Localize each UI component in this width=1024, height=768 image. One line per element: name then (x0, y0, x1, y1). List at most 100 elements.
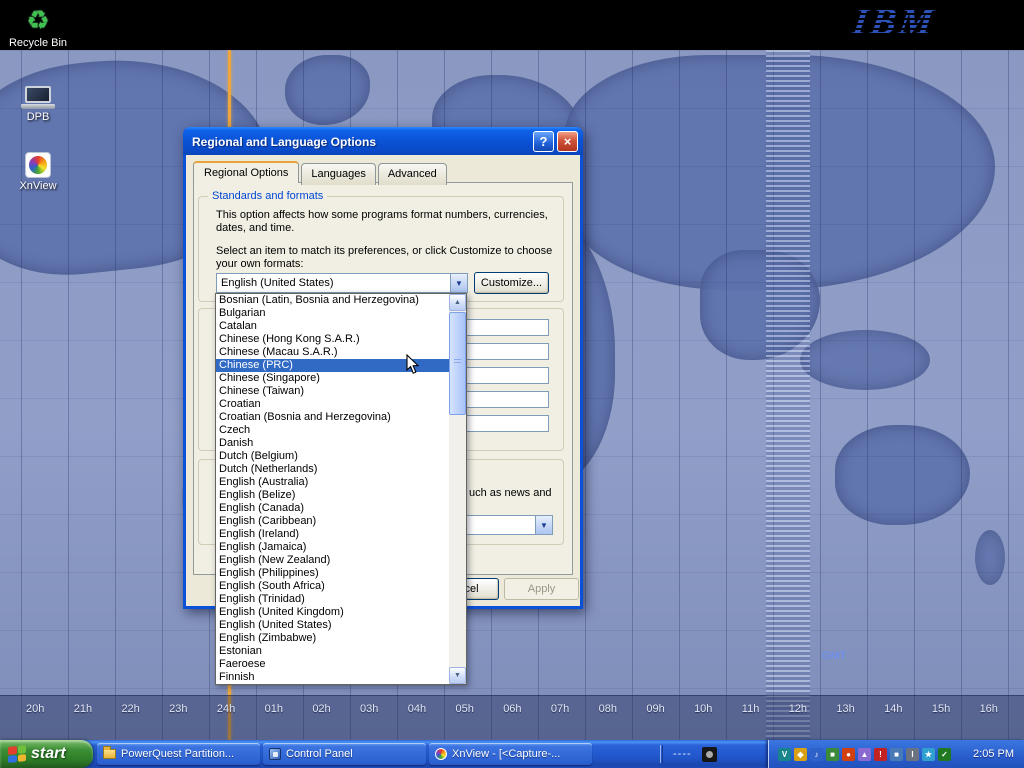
scroll-down-icon[interactable]: ▼ (449, 667, 466, 684)
close-button[interactable]: × (557, 131, 578, 152)
desktop-icon-dpb[interactable]: DPB (6, 86, 70, 123)
language-option[interactable]: Czech (216, 424, 449, 437)
toolbar-label[interactable]: ---- (673, 748, 692, 760)
chevron-down-icon[interactable]: ▼ (535, 516, 552, 534)
language-option[interactable]: Estonian (216, 645, 449, 658)
task-button-xnview[interactable]: XnView - [<Capture-... (429, 743, 592, 765)
clipboard-icon[interactable]: ▲ (858, 748, 871, 761)
standards-instruction: Select an item to match its preferences,… (216, 245, 568, 271)
tab[interactable]: Regional Options (193, 161, 299, 183)
timezone-label: 09h (646, 703, 664, 715)
timezone-label: 07h (551, 703, 569, 715)
taskbar: start PowerQuest Partition... Control Pa… (0, 740, 1024, 768)
task-label: Control Panel (286, 748, 353, 760)
window-titlebar[interactable]: Regional and Language Options ? × (183, 127, 583, 155)
remote-access-icon[interactable]: V (778, 748, 791, 761)
timezone-label: 03h (360, 703, 378, 715)
timezone-label: 23h (169, 703, 187, 715)
volume-icon[interactable]: ♪ (810, 748, 823, 761)
language-option[interactable]: English (Zimbabwe) (216, 632, 449, 645)
language-option[interactable]: English (Jamaica) (216, 541, 449, 554)
language-option[interactable]: Croatian (Bosnia and Herzegovina) (216, 411, 449, 424)
timezone-label: 14h (884, 703, 902, 715)
language-option[interactable]: Chinese (Hong Kong S.A.R.) (216, 333, 449, 346)
language-option[interactable]: English (Australia) (216, 476, 449, 489)
timezone-label: 11h (742, 703, 760, 715)
highlighted-timezone-band (766, 50, 810, 740)
xnview-icon (25, 152, 51, 178)
recycle-bin-label: Recycle Bin (6, 37, 70, 49)
language-option[interactable]: English (Philippines) (216, 567, 449, 580)
language-combobox-value: English (United States) (217, 277, 450, 289)
language-option[interactable]: Danish (216, 437, 449, 450)
language-option[interactable]: Dutch (Belgium) (216, 450, 449, 463)
tab[interactable]: Languages (301, 163, 375, 185)
language-option[interactable]: English (New Zealand) (216, 554, 449, 567)
location-text-fragment: uch as news and (469, 487, 564, 500)
language-option[interactable]: Catalan (216, 320, 449, 333)
toolbar-app-icon[interactable] (702, 747, 717, 762)
language-option[interactable]: English (Ireland) (216, 528, 449, 541)
customize-button[interactable]: Customize... (474, 272, 549, 294)
gmt-label: GMT (822, 650, 846, 662)
language-option[interactable]: Dutch (Netherlands) (216, 463, 449, 476)
language-option[interactable]: English (United States) (216, 619, 449, 632)
scroll-up-icon[interactable]: ▲ (449, 294, 466, 311)
display-icon[interactable]: ■ (890, 748, 903, 761)
language-combobox[interactable]: English (United States) ▼ (216, 273, 468, 293)
task-button-control-panel[interactable]: Control Panel (263, 743, 426, 765)
chevron-down-icon[interactable]: ▼ (450, 274, 467, 292)
timezone-label: 10h (694, 703, 712, 715)
update-icon[interactable]: ● (842, 748, 855, 761)
task-label: PowerQuest Partition... (121, 748, 234, 760)
timezone-label: 12h (789, 703, 807, 715)
timezone-label: 08h (599, 703, 617, 715)
timezone-label: 04h (408, 703, 426, 715)
window-title: Regional and Language Options (192, 135, 530, 149)
language-options: Bosnian (Latin, Bosnia and Herzegovina)B… (216, 294, 449, 684)
desktop-icon-xnview[interactable]: XnView (6, 152, 70, 192)
task-button-powerquest[interactable]: PowerQuest Partition... (97, 743, 260, 765)
taskbar-toolbar: ---- (660, 742, 766, 766)
language-option[interactable]: English (South Africa) (216, 580, 449, 593)
apply-button[interactable]: Apply (504, 578, 579, 600)
scheduler-icon[interactable]: ✓ (938, 748, 951, 761)
language-option[interactable]: Bosnian (Latin, Bosnia and Herzegovina) (216, 294, 449, 307)
dpb-label: DPB (6, 111, 70, 123)
toolbar-drag-handle[interactable] (660, 745, 663, 763)
language-option[interactable]: English (Belize) (216, 489, 449, 502)
windows-logo-icon (8, 745, 26, 763)
power-icon[interactable]: I (906, 748, 919, 761)
timezone-label: 06h (503, 703, 521, 715)
start-button[interactable]: start (0, 740, 93, 768)
help-button[interactable]: ? (533, 131, 554, 152)
language-option[interactable]: English (Caribbean) (216, 515, 449, 528)
timezone-label: 15h (932, 703, 950, 715)
language-option[interactable]: Croatian (216, 398, 449, 411)
scrollbar-thumb[interactable] (449, 312, 466, 415)
ibm-logo: IBM (850, 0, 939, 44)
timezone-label: 21h (74, 703, 92, 715)
folder-icon (103, 749, 116, 759)
timezone-label: 24h (217, 703, 235, 715)
language-option[interactable]: English (United Kingdom) (216, 606, 449, 619)
language-option[interactable]: Finnish (216, 671, 449, 684)
language-option[interactable]: English (Trinidad) (216, 593, 449, 606)
tab-strip: Regional OptionsLanguagesAdvanced (193, 161, 449, 183)
timezone-label: 02h (312, 703, 330, 715)
dropdown-scrollbar[interactable]: ▲ ▼ (449, 294, 466, 684)
antivirus-icon[interactable]: ◆ (794, 748, 807, 761)
standards-group-caption: Standards and formats (208, 190, 327, 202)
taskbar-clock[interactable]: 2:05 PM (973, 748, 1024, 760)
timezone-label: 20h (26, 703, 44, 715)
messenger-icon[interactable]: ★ (922, 748, 935, 761)
language-option[interactable]: Bulgarian (216, 307, 449, 320)
language-option[interactable]: Faeroese (216, 658, 449, 671)
language-option[interactable]: English (Canada) (216, 502, 449, 515)
tab[interactable]: Advanced (378, 163, 447, 185)
language-option[interactable]: Chinese (Taiwan) (216, 385, 449, 398)
desktop-icon-recycle-bin[interactable]: ♻ Recycle Bin (6, 5, 70, 49)
timezone-label: 16h (980, 703, 998, 715)
network-icon[interactable]: ■ (826, 748, 839, 761)
firewall-icon[interactable]: ! (874, 748, 887, 761)
